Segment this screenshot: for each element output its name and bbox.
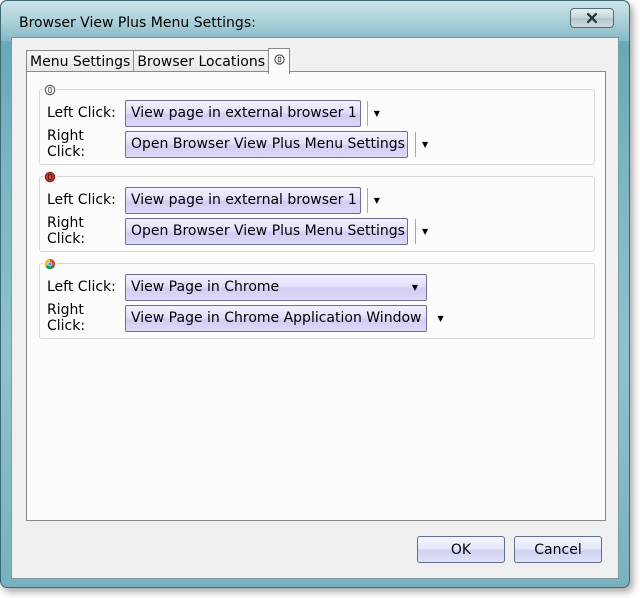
right-click-value: Open Browser View Plus Menu Settings: [131, 223, 405, 239]
tab-browser-view-plus[interactable]: [268, 48, 291, 74]
right-click-value: View Page in Chrome Application Window: [131, 310, 422, 326]
left-click-dropdown[interactable]: View page in external browser 1 ▼: [125, 186, 380, 214]
chevron-down-icon: ▼: [414, 218, 428, 244]
title-bar[interactable]: Browser View Plus Menu Settings:: [1, 1, 629, 35]
right-click-dropdown[interactable]: Open Browser View Plus Menu Settings ▼: [125, 130, 428, 158]
browser-view-plus-red-icon: [43, 170, 57, 184]
left-click-row: Left Click: View page in external browse…: [47, 99, 380, 127]
right-click-label: Right Click:: [47, 215, 86, 247]
left-click-value: View Page in Chrome: [131, 279, 280, 295]
chevron-down-icon: ▼: [366, 187, 380, 213]
close-icon: [586, 12, 598, 24]
right-click-dropdown[interactable]: View Page in Chrome Application Window ▼: [125, 304, 444, 332]
chevron-down-icon: ▼: [411, 282, 418, 292]
left-click-label: Left Click:: [47, 105, 116, 121]
chrome-icon: [43, 257, 57, 271]
browser-group-2: Left Click: View page in external browse…: [39, 170, 595, 252]
right-click-value: Open Browser View Plus Menu Settings: [131, 136, 405, 152]
cancel-button[interactable]: Cancel: [514, 536, 602, 563]
tab-strip: Menu Settings Browser Locations: [26, 48, 291, 74]
right-click-row: Right Click: Open Browser View Plus Menu…: [47, 215, 428, 247]
browser-group-3: Left Click: View Page in Chrome ▼ Right …: [39, 257, 595, 339]
tab-panel: Left Click: View page in external browse…: [26, 71, 606, 521]
left-click-row: Left Click: View page in external browse…: [47, 186, 380, 214]
right-click-label: Right Click:: [47, 302, 86, 334]
chevron-down-icon: ▼: [414, 131, 428, 157]
chevron-down-icon: ▼: [437, 313, 444, 323]
chevron-down-icon: ▼: [366, 100, 380, 126]
close-button[interactable]: [570, 8, 614, 28]
left-click-label: Left Click:: [47, 192, 116, 208]
browser-view-plus-icon: [43, 83, 57, 97]
browser-group-1: Left Click: View page in external browse…: [39, 83, 595, 165]
right-click-row: Right Click: Open Browser View Plus Menu…: [47, 128, 428, 160]
ok-button[interactable]: OK: [417, 536, 505, 563]
dialog-client-area: Menu Settings Browser Locations Left Cli…: [11, 37, 619, 579]
right-click-label: Right Click:: [47, 128, 86, 160]
left-click-row: Left Click: View Page in Chrome ▼: [47, 273, 427, 301]
left-click-dropdown[interactable]: View Page in Chrome ▼: [125, 273, 427, 301]
window-title: Browser View Plus Menu Settings:: [19, 15, 256, 31]
browser-view-plus-icon: [273, 54, 285, 65]
left-click-dropdown[interactable]: View page in external browser 1 ▼: [125, 99, 380, 127]
left-click-value: View page in external browser 1: [131, 105, 357, 121]
right-click-row: Right Click: View Page in Chrome Applica…: [47, 302, 444, 334]
right-click-dropdown[interactable]: Open Browser View Plus Menu Settings ▼: [125, 217, 428, 245]
left-click-label: Left Click:: [47, 279, 116, 295]
dialog-window: Browser View Plus Menu Settings: Menu Se…: [0, 0, 630, 588]
left-click-value: View page in external browser 1: [131, 192, 357, 208]
